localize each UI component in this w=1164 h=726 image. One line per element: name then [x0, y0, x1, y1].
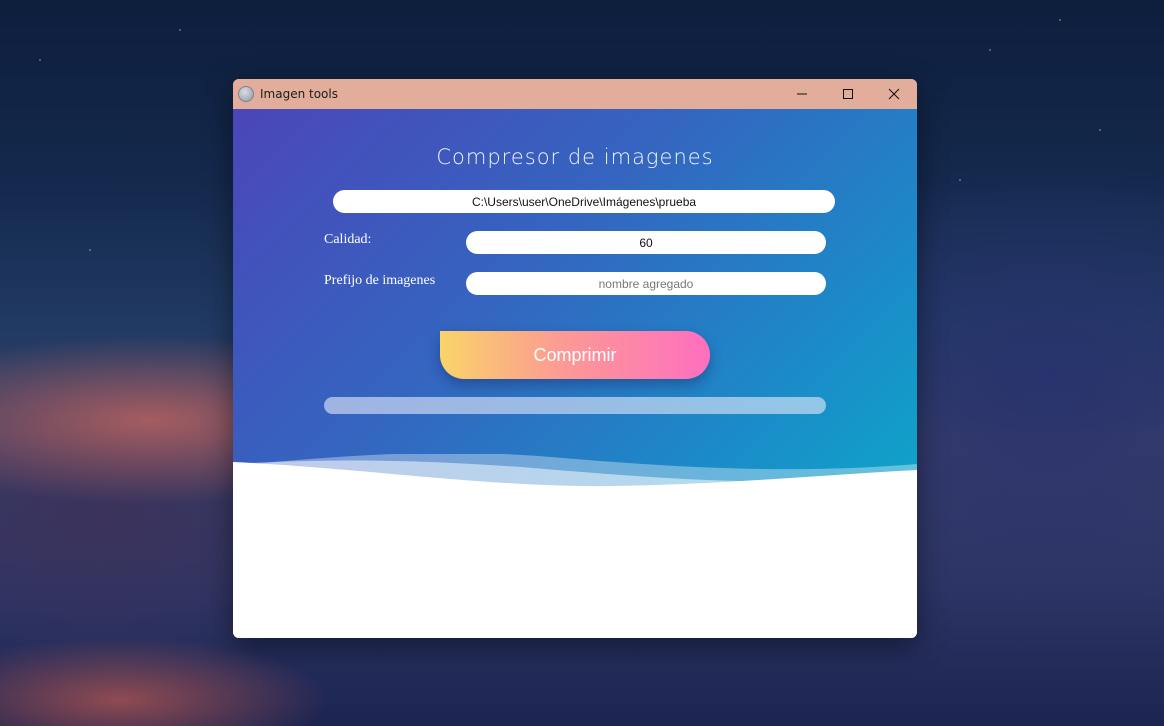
close-button[interactable] [871, 79, 917, 109]
wave-decoration [233, 454, 917, 638]
compress-button[interactable]: Comprimir [440, 331, 710, 379]
globe-icon [238, 86, 254, 102]
app-window: Imagen tools Compresor de imagenes Calid… [233, 79, 917, 638]
page-title: Compresor de imagenes [436, 145, 714, 169]
maximize-icon [843, 89, 853, 99]
prefix-label: Prefijo de imagenes [324, 273, 436, 288]
window-controls [779, 79, 917, 109]
maximize-button[interactable] [825, 79, 871, 109]
window-title: Imagen tools [260, 87, 338, 101]
close-icon [888, 88, 900, 100]
prefix-input[interactable] [466, 272, 826, 295]
title-bar[interactable]: Imagen tools [233, 79, 917, 109]
folder-path-input[interactable] [333, 190, 835, 213]
minimize-button[interactable] [779, 79, 825, 109]
app-content: Compresor de imagenes Calidad: Prefijo d… [233, 109, 917, 638]
minimize-icon [797, 93, 807, 95]
quality-label: Calidad: [324, 232, 372, 247]
quality-input[interactable] [466, 231, 826, 254]
progress-bar [324, 397, 826, 414]
